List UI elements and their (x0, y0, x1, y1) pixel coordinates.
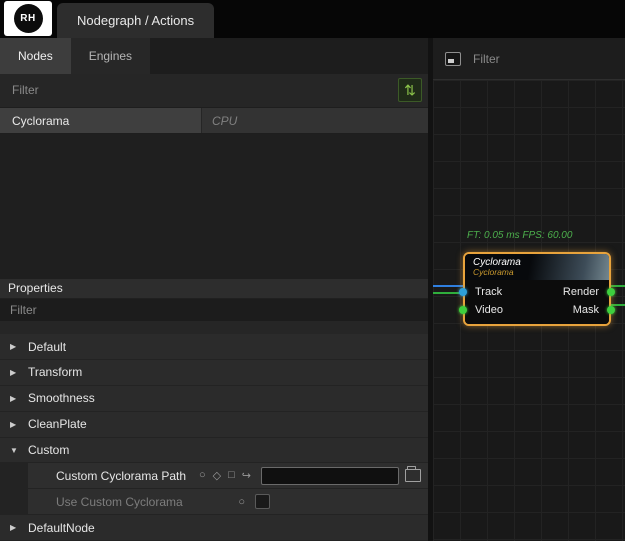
expander-icon[interactable] (10, 420, 28, 429)
prop-group-custom[interactable]: Custom (0, 438, 428, 464)
node-header[interactable]: Cyclorama Cyclorama (465, 254, 609, 280)
revert-icon[interactable]: ○ (238, 496, 245, 508)
expander-icon[interactable] (10, 523, 28, 532)
param-state-icons: ○ ◇ □ ↪ (199, 469, 251, 482)
port-track-dot[interactable] (459, 288, 467, 296)
wire-render-out (611, 285, 625, 287)
fit-view-icon[interactable] (445, 52, 461, 66)
panel-tab-bar: Nodes Engines (0, 38, 428, 74)
port-video-label: Video (475, 304, 503, 316)
tab-engines[interactable]: Engines (71, 38, 150, 74)
rh-logo-icon: RH (14, 4, 43, 33)
box-icon[interactable]: □ (228, 469, 235, 482)
properties-filter-input[interactable] (10, 303, 428, 317)
fps-stats: FT: 0.05 ms FPS: 60.00 (467, 230, 572, 241)
cyclorama-node[interactable]: Cyclorama Cyclorama Track Render (463, 252, 611, 326)
node-body: Track Render Video Mask (465, 280, 609, 324)
tab-nodegraph-actions[interactable]: Nodegraph / Actions (57, 3, 214, 38)
canvas-filter-input[interactable] (473, 52, 583, 66)
nodegraph-canvas-panel: FT: 0.05 ms FPS: 60.00 Cyclorama Cyclora… (433, 38, 625, 541)
node-name-cell: Cyclorama (0, 108, 202, 134)
prop-use-custom-cyclorama: Use Custom Cyclorama ○ (0, 489, 428, 515)
wire-track-in (433, 285, 465, 287)
expander-icon[interactable] (10, 368, 28, 377)
main-content: Nodes Engines ⇅ Cyclorama CPU Properties (0, 38, 625, 541)
port-row-2: Video Mask (465, 301, 609, 319)
port-track-label: Track (475, 286, 502, 298)
revert-icon[interactable]: ○ (199, 469, 206, 482)
prop-group-cleanplate[interactable]: CleanPlate (0, 412, 428, 438)
port-row-1: Track Render (465, 283, 609, 301)
canvas-filter-bar (433, 38, 625, 80)
expression-arrow-icon[interactable]: ↪ (242, 469, 251, 482)
port-render-dot[interactable] (607, 288, 615, 296)
prop-group-defaultnode[interactable]: DefaultNode (0, 515, 428, 541)
sort-button[interactable]: ⇅ (398, 78, 422, 102)
keyframe-icon[interactable]: ◇ (213, 469, 221, 482)
nodes-filter-row: ⇅ (0, 74, 428, 108)
port-render-label: Render (563, 286, 599, 298)
node-device-cell: CPU (202, 108, 428, 134)
expander-icon[interactable] (10, 446, 28, 455)
prop-custom-cyclorama-path: Custom Cyclorama Path ○ ◇ □ ↪ (0, 463, 428, 489)
app-window: RH Nodegraph / Actions Nodes Engines ⇅ C… (0, 0, 625, 541)
expander-icon[interactable] (10, 342, 28, 351)
prop-group-default[interactable]: Default (0, 334, 428, 360)
properties-gap (0, 321, 428, 334)
port-video-dot[interactable] (459, 306, 467, 314)
node-list-empty-area (0, 134, 428, 278)
sort-icon: ⇅ (404, 83, 416, 97)
prop-group-smoothness[interactable]: Smoothness (0, 386, 428, 412)
node-subtitle: Cyclorama (473, 268, 609, 277)
expander-icon[interactable] (10, 394, 28, 403)
nodegraph-grid[interactable]: FT: 0.05 ms FPS: 60.00 Cyclorama Cyclora… (433, 80, 625, 541)
use-custom-cyclorama-checkbox[interactable] (255, 494, 270, 509)
port-mask-label: Mask (573, 304, 599, 316)
properties-header: Properties (0, 279, 428, 300)
node-list-row[interactable]: Cyclorama CPU (0, 108, 428, 135)
tab-nodes[interactable]: Nodes (0, 38, 71, 74)
port-mask-dot[interactable] (607, 306, 615, 314)
left-panel: Nodes Engines ⇅ Cyclorama CPU Properties (0, 38, 428, 541)
app-logo[interactable]: RH (4, 1, 52, 36)
folder-icon[interactable] (405, 469, 421, 482)
custom-cyclorama-path-input[interactable] (261, 467, 399, 485)
param-state-icons: ○ (238, 496, 245, 508)
prop-group-transform[interactable]: Transform (0, 360, 428, 386)
titlebar: RH Nodegraph / Actions (0, 0, 625, 38)
nodes-filter-input[interactable] (12, 83, 398, 97)
properties-filter-row (0, 299, 428, 321)
